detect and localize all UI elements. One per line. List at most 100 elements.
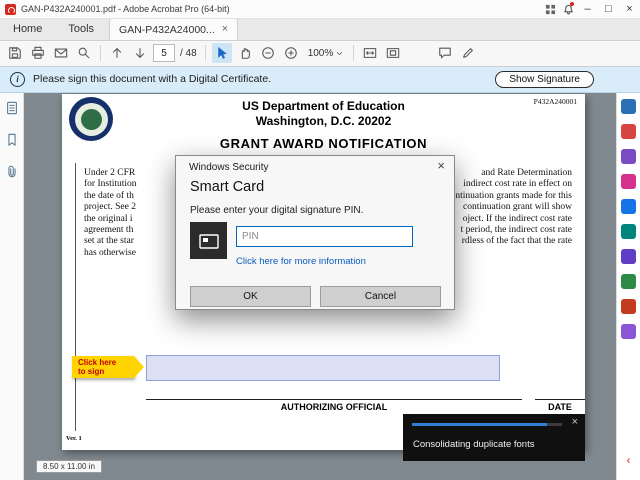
comment-button[interactable]: [435, 43, 455, 63]
search-button[interactable]: [74, 43, 94, 63]
progress-bar: [412, 423, 547, 426]
apps-grid-icon[interactable]: [541, 0, 559, 18]
paragraph-fragment: oject. If the indirect cost rate: [462, 213, 572, 224]
toast-message: Consolidating duplicate fonts: [413, 439, 535, 450]
tool-create-pdf-icon[interactable]: [621, 124, 636, 139]
bookmarks-icon[interactable]: [5, 133, 19, 152]
doc-heading: GRANT AWARD NOTIFICATION: [219, 136, 428, 151]
dialog-title: Windows Security: [189, 162, 269, 173]
doc-title-line2: Washington, D.C. 20202: [255, 114, 392, 128]
notifications-bell-icon[interactable]: [559, 0, 577, 18]
edit-button[interactable]: [458, 43, 478, 63]
zoom-out-button[interactable]: [258, 43, 278, 63]
tool-compress-pdf-icon[interactable]: [621, 299, 636, 314]
pin-input[interactable]: [236, 226, 413, 247]
tool-export-pdf-icon[interactable]: [621, 199, 636, 214]
version-label: Ver. 1: [66, 435, 82, 442]
collapse-tools-panel-icon[interactable]: ‹: [627, 454, 631, 466]
save-button[interactable]: [5, 43, 25, 63]
paragraph-fragment: the date of th: [84, 190, 134, 201]
form-border-line: [75, 163, 76, 431]
zoom-level-value: 100%: [307, 47, 334, 59]
tool-comment-icon[interactable]: [621, 149, 636, 164]
tab-document[interactable]: GAN-P432A24000... ×: [109, 18, 239, 40]
paragraph-fragment: project. See 2: [84, 202, 136, 213]
tool-edit-pdf-icon[interactable]: [621, 174, 636, 189]
paragraph-fragment: the original i: [84, 213, 133, 224]
windows-security-dialog: Windows Security × Smart Card Please ent…: [175, 155, 455, 310]
authorizing-official-label: AUTHORIZING OFFICIAL: [280, 402, 388, 412]
fit-width-button[interactable]: [360, 43, 380, 63]
acrobat-logo-icon: [5, 3, 16, 15]
paragraph-fragment: rdless of the fact that the rate: [461, 236, 572, 247]
attachments-icon[interactable]: [5, 165, 19, 184]
zoom-level-dropdown[interactable]: 100%: [304, 44, 348, 62]
tab-home[interactable]: Home: [0, 19, 55, 40]
banner-message: Please sign this document with a Digital…: [33, 73, 272, 85]
progress-track: [412, 423, 562, 426]
tab-document-label: GAN-P432A24000...: [119, 23, 215, 36]
bell-badge: [570, 2, 574, 6]
click-here-to-sign-callout[interactable]: Click here to sign: [72, 356, 144, 378]
paragraph-fragment: continuation grant will show: [463, 202, 572, 213]
paragraph-fragment: Under 2 CFR: [84, 168, 136, 178]
zoom-in-button[interactable]: [281, 43, 301, 63]
window-title: GAN-P432A240001.pdf - Adobe Acrobat Pro …: [21, 4, 230, 14]
hand-tool-button[interactable]: [235, 43, 255, 63]
toolbar-divider: [204, 45, 206, 61]
fit-page-button[interactable]: [383, 43, 403, 63]
page-size-indicator: 8.50 x 11.00 in: [36, 460, 102, 473]
left-panel-rail: [0, 92, 24, 480]
tab-tools[interactable]: Tools: [55, 19, 107, 40]
show-signature-button[interactable]: Show Signature: [495, 70, 594, 88]
tabbar: Home Tools GAN-P432A24000... ×: [0, 18, 640, 41]
tool-organize-pages-icon[interactable]: [621, 224, 636, 239]
page-number-input[interactable]: [153, 44, 175, 62]
acrobat-window: GAN-P432A240001.pdf - Adobe Acrobat Pro …: [0, 0, 640, 480]
email-button[interactable]: [51, 43, 71, 63]
page-count-label: / 48: [180, 47, 197, 59]
maximize-button[interactable]: □: [598, 0, 619, 18]
tab-close-icon[interactable]: ×: [222, 24, 228, 35]
paragraph-fragment: has otherwise: [84, 247, 136, 258]
date-label: DATE: [548, 402, 572, 412]
dialog-heading: Smart Card: [190, 179, 265, 195]
titlebar: GAN-P432A240001.pdf - Adobe Acrobat Pro …: [0, 0, 640, 19]
dialog-close-icon[interactable]: ×: [437, 159, 445, 172]
paragraph-fragment: t period, the indirect cost rate: [460, 224, 572, 235]
paragraph-fragment: indirect cost rate in effect on: [463, 179, 572, 190]
select-tool-button[interactable]: [211, 43, 232, 63]
ok-button[interactable]: OK: [190, 286, 311, 307]
tool-combine-files-icon[interactable]: [621, 274, 636, 289]
tool-protect-pdf-icon[interactable]: [621, 324, 636, 339]
tool-fill-sign-icon[interactable]: [621, 249, 636, 264]
toolbar-divider: [100, 45, 101, 61]
signature-banner: i Please sign this document with a Digit…: [0, 66, 640, 93]
callout-line1: Click here: [78, 358, 117, 367]
chevron-down-icon: [337, 51, 343, 55]
tools-panel-rail: ‹: [616, 92, 640, 480]
paragraph-fragment: and Rate Determination: [481, 168, 572, 178]
paragraph-fragment: set at the star: [84, 236, 134, 247]
toolbar: / 48 100%: [0, 40, 640, 67]
more-information-link[interactable]: Click here for more information: [236, 256, 366, 267]
toast-close-icon[interactable]: ×: [572, 417, 578, 428]
close-button[interactable]: ×: [619, 0, 640, 18]
page-thumbnails-icon[interactable]: [5, 101, 19, 120]
next-page-button[interactable]: [130, 43, 150, 63]
smart-card-icon: [190, 222, 227, 259]
dialog-prompt: Please enter your digital signature PIN.: [190, 205, 364, 216]
paragraph-fragment: ntinuation grants made for this: [455, 190, 572, 201]
cancel-button[interactable]: Cancel: [320, 286, 441, 307]
callout-line2: to sign: [78, 367, 105, 376]
tool-search-icon[interactable]: [621, 99, 636, 114]
doc-title-line1: US Department of Education: [242, 99, 405, 113]
font-progress-toast: × Consolidating duplicate fonts: [403, 414, 585, 461]
date-signature-line: [535, 399, 585, 400]
previous-page-button[interactable]: [107, 43, 127, 63]
authorizing-signature-line: [146, 399, 522, 400]
paragraph-fragment: for Institution: [84, 179, 137, 190]
print-button[interactable]: [28, 43, 48, 63]
signature-field[interactable]: [146, 355, 500, 381]
minimize-button[interactable]: –: [577, 0, 598, 18]
